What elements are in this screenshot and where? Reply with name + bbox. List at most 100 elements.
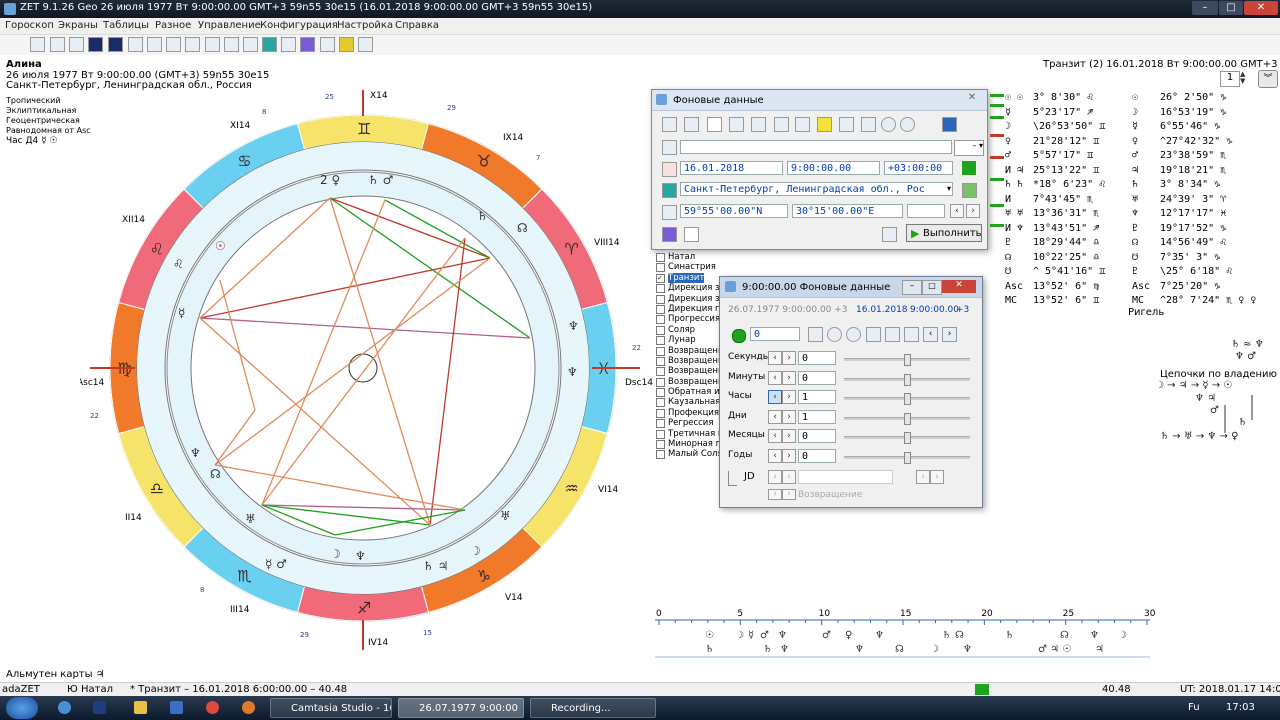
prev-arrow-icon[interactable]: ‹	[923, 327, 938, 342]
time-unit-value[interactable]: 1	[798, 390, 836, 404]
increase-button[interactable]: ›	[782, 409, 796, 424]
tool-gear-icon[interactable]	[320, 37, 335, 52]
save-icon[interactable]	[729, 117, 744, 132]
tool-globe-icon[interactable]	[50, 37, 65, 52]
checkbox[interactable]	[656, 356, 665, 366]
technique-item[interactable]: Возвращени	[656, 366, 726, 377]
menu-horoscope[interactable]: Гороскоп	[5, 20, 54, 31]
chevron-down-icon[interactable]: ︾	[1258, 70, 1278, 88]
technique-item[interactable]: Прогрессия	[656, 314, 726, 325]
technique-item[interactable]: Минорная п	[656, 439, 726, 450]
green-dot-icon[interactable]	[732, 329, 746, 343]
start-button[interactable]	[6, 697, 38, 719]
save-icon[interactable]	[904, 327, 919, 342]
menu-config[interactable]: Конфигурация	[260, 20, 338, 31]
technique-item[interactable]: Профекция	[656, 408, 726, 418]
tool-wheel-icon[interactable]	[69, 37, 84, 52]
h-icon[interactable]	[817, 117, 832, 132]
time-unit-value[interactable]: 0	[798, 370, 836, 385]
z-icon[interactable]	[942, 117, 957, 132]
tool-c-icon[interactable]	[147, 37, 162, 52]
decrease-button[interactable]: ‹	[768, 448, 782, 463]
time-slider[interactable]	[844, 393, 970, 405]
time-field[interactable]: 9:00:00.00	[787, 161, 880, 175]
time-slider[interactable]	[844, 432, 970, 444]
checkbox[interactable]	[656, 263, 665, 273]
decrease-button[interactable]: ‹	[768, 351, 782, 365]
jd-prev-button[interactable]: ‹	[916, 470, 930, 484]
tool-wrench-icon[interactable]	[166, 37, 181, 52]
tool-table-icon[interactable]	[30, 37, 45, 52]
task-camtasia[interactable]: Camtasia Studio - 16...	[270, 698, 392, 718]
jd-toggle[interactable]	[728, 471, 737, 486]
task-zet[interactable]: 26.07.1977 9:00:00	[398, 698, 524, 718]
latitude-field[interactable]: 59°55'00.00"N	[680, 204, 788, 218]
technique-item[interactable]: Соляр	[656, 325, 726, 335]
checkbox[interactable]	[656, 440, 665, 450]
return-right-button[interactable]: ›	[782, 489, 796, 500]
dot-icon[interactable]	[827, 327, 842, 342]
checkbox[interactable]	[656, 450, 665, 460]
increase-button[interactable]: ›	[782, 351, 796, 365]
technique-item[interactable]: Регрессия	[656, 418, 726, 429]
jd-next-button[interactable]: ›	[930, 470, 944, 484]
circle-icon[interactable]	[900, 117, 915, 132]
export-icon[interactable]	[885, 327, 900, 342]
tool-doc-icon[interactable]	[224, 37, 239, 52]
checkbox[interactable]	[656, 346, 665, 356]
ie-icon[interactable]	[58, 701, 71, 714]
new-icon[interactable]	[707, 117, 722, 132]
increase-button[interactable]: ›	[782, 390, 796, 404]
language-indicator[interactable]: Fu	[1188, 702, 1200, 713]
tool-calendar-icon[interactable]	[281, 37, 296, 52]
firefox-icon[interactable]	[242, 701, 255, 714]
time-unit-value[interactable]: 0	[798, 351, 836, 365]
menu-screens[interactable]: Экраны	[58, 20, 98, 31]
checkbox[interactable]	[656, 367, 665, 377]
technique-item[interactable]: Синастрия	[656, 262, 726, 273]
k-icon[interactable]	[774, 117, 789, 132]
tool-people-icon[interactable]	[185, 37, 200, 52]
copy-icon[interactable]	[662, 117, 677, 132]
decrease-button[interactable]: ‹	[768, 370, 782, 385]
tool-warning-icon[interactable]	[339, 37, 354, 52]
time-unit-value[interactable]: 0	[798, 429, 836, 443]
close-button[interactable]: ✕	[942, 280, 976, 293]
close-icon[interactable]: ✕	[962, 92, 982, 106]
tool-dark-icon[interactable]	[88, 37, 103, 52]
menu-control[interactable]: Управление	[198, 20, 261, 31]
tool-table2-icon[interactable]	[243, 37, 258, 52]
minimize-button[interactable]: –	[1192, 1, 1218, 15]
checkbox[interactable]	[656, 429, 665, 439]
return-left-button[interactable]: ‹	[768, 489, 782, 500]
checkbox[interactable]	[656, 284, 665, 294]
jd-left-button[interactable]: ‹	[768, 470, 782, 484]
checkbox[interactable]	[656, 325, 665, 335]
technique-item[interactable]: Дирекция з	[656, 283, 726, 294]
technique-item[interactable]: Каузальная	[656, 397, 726, 408]
tool-dial-icon[interactable]	[300, 37, 315, 52]
minimize-button[interactable]: –	[902, 280, 922, 295]
page-number-field[interactable]: 1	[1220, 71, 1240, 87]
technique-item[interactable]: Дирекция п	[656, 304, 726, 314]
decrease-button[interactable]: ‹	[768, 409, 782, 424]
increase-button[interactable]: ›	[782, 370, 796, 385]
checkbox[interactable]: ✓	[656, 273, 665, 283]
jd-right-button[interactable]: ›	[782, 470, 796, 484]
technique-item[interactable]: Малый Соля	[656, 449, 726, 460]
technique-item[interactable]: Возвращени	[656, 356, 726, 366]
technique-item[interactable]: Лунар	[656, 335, 726, 346]
jd-field[interactable]	[798, 470, 893, 484]
tool-map-icon[interactable]	[262, 37, 277, 52]
time-slider[interactable]	[844, 354, 970, 366]
frame-icon[interactable]	[866, 327, 881, 342]
checkbox[interactable]	[656, 398, 665, 408]
globe-icon[interactable]	[962, 183, 977, 198]
chrome-icon[interactable]	[206, 701, 219, 714]
longitude-field[interactable]: 30°15'00.00"E	[792, 204, 903, 218]
time-slider[interactable]	[844, 373, 970, 386]
menu-tables[interactable]: Таблицы	[103, 20, 149, 31]
date-field[interactable]: 16.01.2018	[680, 161, 783, 175]
technique-item[interactable]: Третичная п	[656, 429, 726, 439]
time-unit-value[interactable]: 0	[798, 448, 836, 463]
